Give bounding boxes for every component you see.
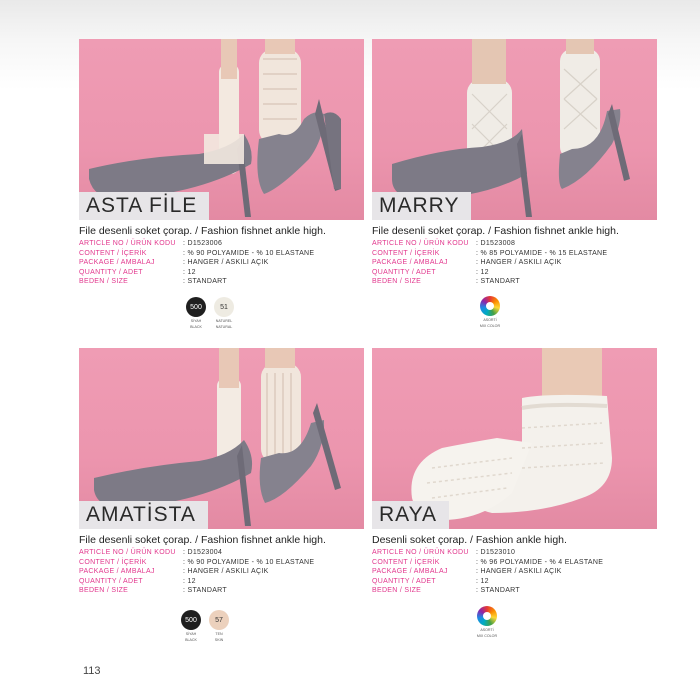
- spec-size: BEDEN / SIZE: STANDART: [79, 587, 227, 595]
- swatch-label-tr: ASORTİ: [480, 628, 494, 632]
- color-swatch[interactable]: 57 TEN SKIN: [208, 610, 230, 642]
- spec-article: ARTICLE NO / ÜRÜN KODU: D1523008: [372, 240, 516, 247]
- product-photo: RAYA: [372, 348, 657, 529]
- spec-package: PACKAGE / AMBALAJ: HANGER / ASKILI AÇIK: [372, 568, 562, 576]
- color-swatch[interactable]: ASORTİ MIX COLOR: [476, 606, 498, 638]
- swatch-label-en: SKIN: [214, 638, 224, 643]
- product-card-marry: MARRY File desenli soket çorap. / Fashio…: [372, 39, 657, 287]
- swatch-label-tr: SİYAH: [185, 632, 197, 636]
- spec-size: BEDEN / SIZE: STANDART: [372, 587, 520, 595]
- swatch-label-tr: TEN: [215, 632, 223, 636]
- swatch-label-tr: NATUREL: [215, 319, 233, 323]
- color-swatches: 500 SİYAH BLACK 57 TEN SKIN: [180, 610, 230, 642]
- color-swatch[interactable]: 500 SİYAH BLACK: [185, 297, 207, 329]
- color-swatches: ASORTİ MIX COLOR: [479, 296, 501, 328]
- swatch-label-en: BLACK: [190, 325, 202, 330]
- spec-article: ARTICLE NO / ÜRÜN KODU: D1523004: [79, 549, 223, 556]
- product-description: File desenli soket çorap. / Fashion fish…: [372, 225, 619, 237]
- spec-content: CONTENT / İÇERİK: % 85 POLYAMIDE - % 15 …: [372, 249, 608, 257]
- color-swatches: ASORTİ MIX COLOR: [476, 606, 498, 638]
- spec-quantity: QUANTITY / ADET: 12: [79, 577, 196, 585]
- product-description: File desenli soket çorap. / Fashion fish…: [79, 225, 326, 237]
- spec-article: ARTICLE NO / ÜRÜN KODU: D1523010: [372, 549, 516, 556]
- mix-color-wheel-icon: [480, 296, 500, 316]
- swatch-label-en: NATURAL: [215, 325, 233, 330]
- spec-quantity: QUANTITY / ADET: 12: [372, 268, 489, 276]
- spec-content: CONTENT / İÇERİK: % 96 POLYAMIDE - % 4 E…: [372, 558, 604, 566]
- swatch-circle: 57: [209, 610, 229, 630]
- spec-size: BEDEN / SIZE: STANDART: [79, 278, 227, 286]
- product-name: ASTA FİLE: [79, 192, 210, 220]
- spec-quantity: QUANTITY / ADET: 12: [79, 268, 196, 276]
- swatch-label-en: BLACK: [185, 638, 197, 643]
- product-description: Desenli soket çorap. / Fashion ankle hig…: [372, 534, 567, 546]
- swatch-label-tr: ASORTİ: [483, 318, 497, 322]
- product-name: RAYA: [372, 501, 450, 529]
- color-swatches: 500 SİYAH BLACK 51 NATUREL NATURAL: [185, 297, 235, 329]
- product-name: AMATİSTA: [79, 501, 208, 529]
- product-photo: ASTA FİLE: [79, 39, 364, 220]
- swatch-label-en: MIX COLOR: [479, 324, 501, 329]
- spec-package: PACKAGE / AMBALAJ: HANGER / ASKILI AÇIK: [79, 568, 269, 576]
- product-description: File desenli soket çorap. / Fashion fish…: [79, 534, 326, 546]
- swatch-circle: 500: [181, 610, 201, 630]
- spec-package: PACKAGE / AMBALAJ: HANGER / ASKILI AÇIK: [372, 259, 562, 267]
- swatch-circle: 500: [186, 297, 206, 317]
- color-swatch[interactable]: 500 SİYAH BLACK: [180, 610, 202, 642]
- swatch-circle: 51: [214, 297, 234, 317]
- swatch-label-tr: SİYAH: [190, 319, 202, 323]
- spec-package: PACKAGE / AMBALAJ: HANGER / ASKILI AÇIK: [79, 259, 269, 267]
- spec-content: CONTENT / İÇERİK: % 90 POLYAMIDE - % 10 …: [79, 249, 315, 257]
- swatch-label-en: MIX COLOR: [476, 634, 498, 639]
- color-swatch[interactable]: 51 NATUREL NATURAL: [213, 297, 235, 329]
- product-photo: MARRY: [372, 39, 657, 220]
- spec-content: CONTENT / İÇERİK: % 90 POLYAMIDE - % 10 …: [79, 558, 315, 566]
- product-card-asta-file: ASTA FİLE File desenli soket çorap. / Fa…: [79, 39, 364, 287]
- page-number: 113: [83, 665, 101, 677]
- spec-article: ARTICLE NO / ÜRÜN KODU: D1523006: [79, 240, 223, 247]
- product-card-amatista: AMATİSTA File desenli soket çorap. / Fas…: [79, 348, 364, 596]
- product-name: MARRY: [372, 192, 472, 220]
- mix-color-wheel-icon: [477, 606, 497, 626]
- spec-quantity: QUANTITY / ADET: 12: [372, 577, 489, 585]
- product-card-raya: RAYA Desenli soket çorap. / Fashion ankl…: [372, 348, 657, 596]
- spec-size: BEDEN / SIZE: STANDART: [372, 278, 520, 286]
- product-photo: AMATİSTA: [79, 348, 364, 529]
- color-swatch[interactable]: ASORTİ MIX COLOR: [479, 296, 501, 328]
